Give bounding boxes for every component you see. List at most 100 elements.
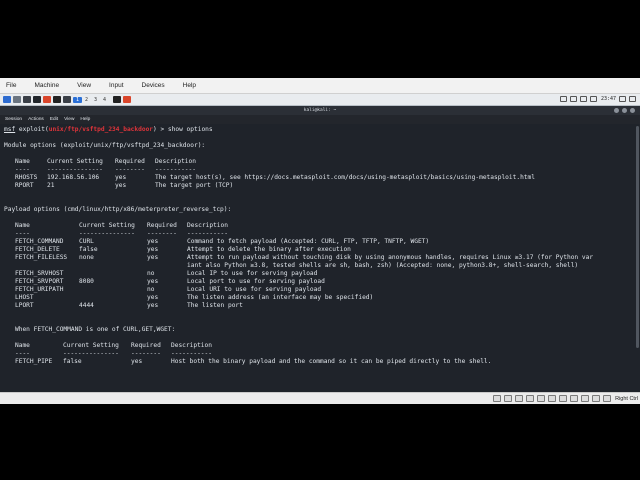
table-row-cell: yes [147, 238, 159, 245]
table-row-cell: RHOSTS [15, 174, 38, 181]
table-underline-cell: -------- [147, 230, 177, 237]
app-task-icon[interactable] [123, 96, 131, 103]
hard-disk-icon[interactable] [493, 395, 502, 402]
terminal-menu-session[interactable]: Session [5, 117, 22, 122]
menu-devices[interactable]: Devices [142, 82, 165, 89]
table-row-cell: The listen port [187, 302, 243, 309]
table-row-cell: false [63, 358, 82, 365]
close-icon[interactable] [630, 108, 635, 113]
firefox-icon[interactable] [43, 96, 51, 103]
mouse-integration-icon[interactable] [592, 395, 601, 402]
table-underline-cell: ----------- [155, 166, 196, 173]
volume-icon[interactable] [579, 96, 587, 102]
table-row-cell: FETCH_FILELESS [15, 254, 68, 261]
vbox-statusbar: Right Ctrl [0, 392, 640, 404]
table-row-cell: Host both the binary payload and the com… [171, 358, 492, 365]
terminal-menu-edit[interactable]: Edit [50, 117, 58, 122]
table-row-cell: Local URI to use for serving payload [187, 286, 322, 293]
network-adapter-icon[interactable] [526, 395, 535, 402]
minimize-icon[interactable] [614, 108, 619, 113]
prompt-module: unix/ftp/vsftpd_234_backdoor [48, 126, 154, 133]
table-row-cell: CURL [79, 238, 94, 245]
menu-view[interactable]: View [77, 82, 91, 89]
workspace-4[interactable]: 4 [100, 97, 109, 103]
table-header-cell: Current Setting [47, 158, 103, 165]
table-underline-cell: --------------- [47, 166, 103, 173]
terminal-menu-view[interactable]: View [64, 117, 74, 122]
when-header: When FETCH_COMMAND is one of CURL,GET,WG… [15, 326, 176, 333]
table-header-cell: Required [147, 222, 177, 229]
display-status-icon[interactable] [559, 395, 568, 402]
table-row-cell: The listen address (an interface may be … [187, 294, 374, 301]
recording-icon[interactable] [570, 395, 579, 402]
table-row-cell: no [147, 286, 155, 293]
menu-help[interactable]: Help [183, 82, 196, 89]
workspace-3[interactable]: 3 [91, 97, 100, 103]
table-row-cell: yes [115, 174, 127, 181]
terminal-task-icon[interactable] [113, 96, 121, 103]
menu-machine[interactable]: Machine [34, 82, 59, 89]
table-underline-cell: --------------- [63, 350, 119, 357]
table-row-cell: 4444 [79, 302, 94, 309]
display-icon[interactable] [559, 96, 567, 102]
panel-clock[interactable]: 23:47 [601, 96, 616, 102]
kali-menu-icon[interactable] [3, 96, 11, 103]
table-row-cell: FETCH_SRVPORT [15, 278, 64, 285]
workspace-2[interactable]: 2 [82, 97, 91, 103]
table-row-cell: yes [147, 278, 159, 285]
table-header-cell: Description [155, 158, 196, 165]
table-row-cell: Local IP to use for serving payload [187, 270, 318, 277]
workspace-1[interactable]: 1 [73, 96, 82, 103]
table-underline-cell: ----------- [171, 350, 212, 357]
table-row-cell: FETCH_URIPATH [15, 286, 64, 293]
network-icon[interactable] [569, 96, 577, 102]
table-row-cell: yes [147, 294, 159, 301]
table-row-cell: FETCH_PIPE [15, 358, 53, 365]
table-row-cell: yes [131, 358, 143, 365]
optical-drive-icon[interactable] [504, 395, 513, 402]
table-underline-cell: -------- [131, 350, 161, 357]
prompt-exploit: exploit( [15, 126, 49, 133]
table-row-cell: RPORT [15, 182, 34, 189]
notification-icon[interactable] [589, 96, 597, 102]
table-underline-cell: ---- [15, 230, 30, 237]
table-header-cell: Current Setting [79, 222, 135, 229]
terminal-titlebar: kali@kali: ~ [0, 106, 640, 115]
table-row-cell: yes [147, 246, 159, 253]
table-underline-cell: -------- [115, 166, 145, 173]
terminal-menu-actions[interactable]: Actions [28, 117, 44, 122]
power-icon[interactable] [629, 96, 636, 102]
terminal-scrollbar[interactable] [636, 126, 639, 348]
table-row-cell: LHOST [15, 294, 34, 301]
usb-icon[interactable] [537, 395, 546, 402]
table-header-cell: Name [15, 158, 30, 165]
vbox-menubar: File Machine View Input Devices Help [0, 78, 640, 94]
menu-input[interactable]: Input [109, 82, 123, 89]
terminal-menu-help[interactable]: Help [80, 117, 90, 122]
keyboard-icon[interactable] [603, 395, 612, 402]
table-header-cell: Name [15, 222, 30, 229]
table-header-cell: Required [115, 158, 145, 165]
cpu-icon[interactable] [581, 395, 590, 402]
table-row-cell: none [79, 254, 94, 261]
table-row-cell: FETCH_DELETE [15, 246, 60, 253]
terminal-output[interactable]: msf exploit(unix/ftp/vsftpd_234_backdoor… [0, 124, 640, 392]
table-header-cell: Name [15, 342, 30, 349]
show-desktop-icon[interactable] [13, 96, 21, 103]
table-row-cell: yes [147, 254, 159, 261]
app-icon[interactable] [53, 96, 61, 103]
lock-icon[interactable] [619, 96, 626, 102]
audio-icon[interactable] [515, 395, 524, 402]
table-row-cell: yes [147, 302, 159, 309]
menu-file[interactable]: File [6, 82, 16, 89]
table-row-cell: Attempt to delete the binary after execu… [187, 246, 351, 253]
terminal-icon[interactable] [33, 96, 41, 103]
maximize-icon[interactable] [622, 108, 627, 113]
payload-options-header: Payload options (cmd/linux/http/x86/mete… [4, 206, 232, 213]
table-row-cell: Attempt to run payload without touching … [187, 254, 594, 261]
table-header-cell: Description [171, 342, 212, 349]
shared-folder-icon[interactable] [548, 395, 557, 402]
app-icon[interactable] [63, 96, 71, 103]
table-row-cell: The target host(s), see https://docs.met… [155, 174, 535, 181]
file-manager-icon[interactable] [23, 96, 31, 103]
